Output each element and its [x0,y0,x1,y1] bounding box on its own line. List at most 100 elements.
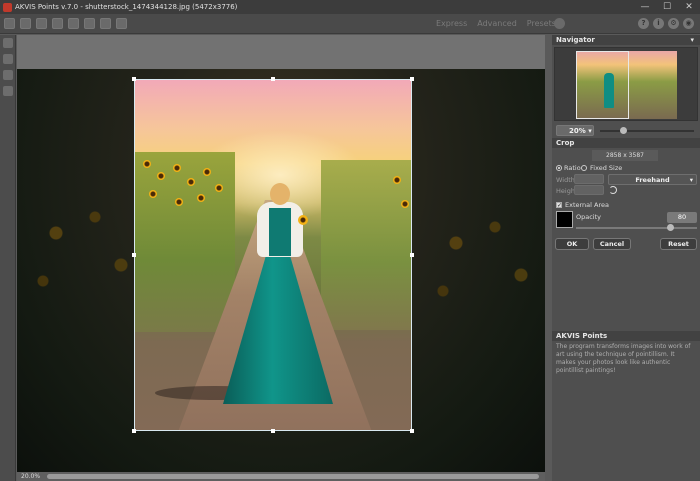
tab-advanced[interactable]: Advanced [477,19,517,28]
mode-tabs: Express Advanced Presets [436,19,556,28]
navigator-preview[interactable] [554,47,698,121]
height-field[interactable] [574,185,604,195]
info-description: The program transforms images into work … [556,343,691,374]
crop-handle-tl[interactable] [132,77,136,81]
sunflower-field-left [17,169,147,329]
rotate-icon[interactable] [609,186,617,194]
chevron-down-icon: ▾ [689,176,693,184]
crop-preset-select[interactable]: Freehand ▾ [608,174,697,185]
ratio-radio[interactable] [556,165,562,171]
opacity-slider-handle[interactable] [667,224,674,231]
image-canvas[interactable] [17,35,547,474]
tools-panel [0,35,16,481]
crop-handle-t[interactable] [271,77,275,81]
sunflower [149,190,157,198]
sunflower [203,168,211,176]
horizontal-scrollbar[interactable] [47,474,539,479]
preferences-icon[interactable]: ◉ [683,18,694,29]
undo-icon[interactable] [100,18,111,29]
info-icon[interactable]: i [653,18,664,29]
zoom-slider-track[interactable] [600,130,694,132]
maximize-button[interactable]: ☐ [656,0,678,14]
ok-button[interactable]: OK [555,238,589,250]
zoom-status: 20.0% [21,473,41,480]
crop-header: Crop [552,138,700,148]
redo-icon[interactable] [116,18,127,29]
reset-button[interactable]: Reset [660,238,697,250]
crop-handle-r[interactable] [410,253,414,257]
tab-presets[interactable]: Presets [527,19,556,28]
zoom-row: 20% ▾ [554,125,698,137]
open-image-icon[interactable] [4,18,15,29]
crop-preset-value: Freehand [635,176,670,184]
sunflower [175,198,183,206]
field-right [321,160,411,330]
zoom-select-value: 20% [569,127,586,135]
status-bar: 20.0% [17,472,545,481]
run-button[interactable] [554,18,565,29]
sunflower [143,160,151,168]
info-header: AKVIS Points [552,331,700,341]
fixed-size-label: Fixed Size [590,164,623,172]
window-title: AKVIS Points v.7.0 - shutterstock_147434… [15,3,238,11]
sunflower [197,194,205,202]
window-controls: — ☐ ✕ [634,0,700,14]
external-area-checkbox[interactable]: ✓ [556,202,562,209]
collapse-icon[interactable]: ▾ [690,35,694,45]
toolbar-right-icons: ? i ⚙ ◉ [638,18,694,29]
figure-bodice [269,208,291,256]
zoom-slider-handle[interactable] [620,127,627,134]
cancel-button[interactable]: Cancel [593,238,631,250]
sunflower [173,164,181,172]
fixed-size-radio[interactable] [581,165,587,171]
zoom-select[interactable]: 20% ▾ [556,125,594,136]
navigator-title: Navigator [556,36,595,44]
zoom-tool-icon[interactable] [3,86,13,96]
share-icon[interactable] [68,18,79,29]
crop-handle-b[interactable] [271,429,275,433]
width-field[interactable] [574,174,604,184]
opacity-slider-track[interactable] [576,227,697,229]
before-after-icon[interactable] [84,18,95,29]
tab-express[interactable]: Express [436,19,467,28]
minimize-button[interactable]: — [634,0,656,14]
width-label: Width [556,176,575,184]
opacity-label: Opacity [576,213,602,221]
sunflower-field-right [417,179,547,339]
crop-handle-tr[interactable] [410,77,414,81]
app-icon [3,2,12,12]
ratio-label: Ratio [564,164,581,172]
sunflower [401,200,409,208]
crop-frame[interactable] [134,79,412,431]
sunflower [187,178,195,186]
title-bar: AKVIS Points v.7.0 - shutterstock_147434… [0,0,700,14]
opacity-field[interactable]: 80 [667,212,697,223]
crop-title: Crop [556,139,575,147]
crop-size-readout: 2858 x 3587 [592,150,658,161]
held-sunflower [298,215,308,225]
save-icon[interactable] [36,18,47,29]
chevron-down-icon: ▾ [588,127,592,135]
external-color-swatch[interactable] [556,211,573,228]
help-icon[interactable]: ? [638,18,649,29]
crop-handle-br[interactable] [410,429,414,433]
settings-panel: Navigator ▾ 20% ▾ Crop 2858 x 3587 Ratio… [552,35,700,481]
crop-tool-icon[interactable] [3,54,13,64]
crop-handle-bl[interactable] [132,429,136,433]
info-title: AKVIS Points [556,332,608,340]
eye-tool-icon[interactable] [3,38,13,48]
sunflower [393,176,401,184]
sunflower [215,184,223,192]
main-toolbar: Express Advanced Presets ? i ⚙ ◉ [0,14,700,34]
settings-icon[interactable]: ⚙ [668,18,679,29]
crop-handle-l[interactable] [132,253,136,257]
navigator-view-frame[interactable] [576,51,629,119]
field-left [135,152,235,332]
hand-tool-icon[interactable] [3,70,13,80]
sunflower [157,172,165,180]
navigator-header[interactable]: Navigator ▾ [552,35,700,45]
batch-icon[interactable] [20,18,31,29]
figure-head [270,183,290,205]
print-icon[interactable] [52,18,63,29]
close-button[interactable]: ✕ [678,0,700,14]
